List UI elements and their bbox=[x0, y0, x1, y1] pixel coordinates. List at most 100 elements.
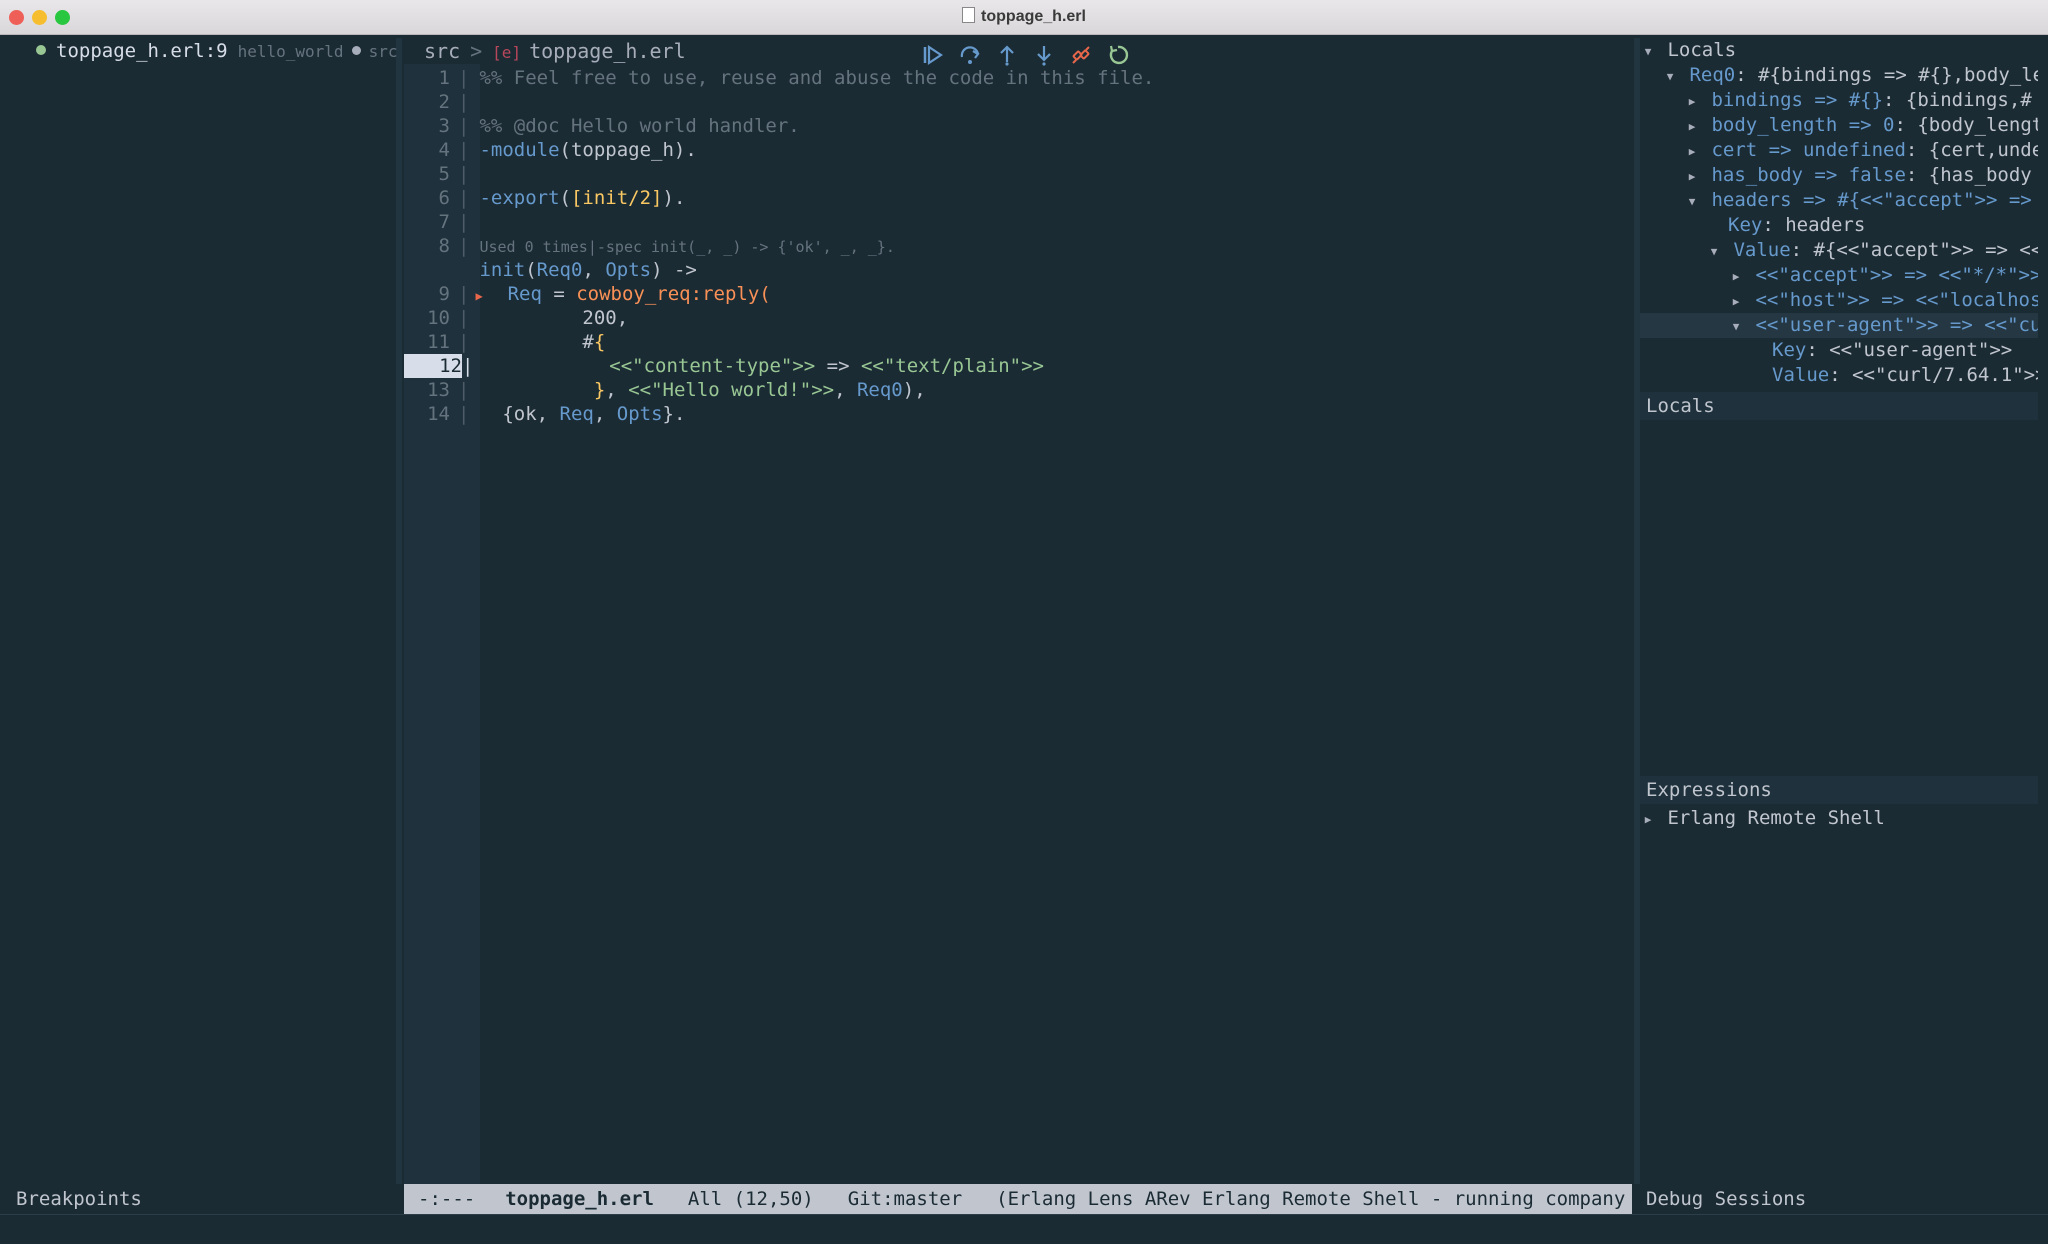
triangle-down-icon: ▼ bbox=[1666, 70, 1674, 83]
locals-section-header[interactable]: Locals bbox=[1640, 392, 2038, 420]
tree-key: Value bbox=[1772, 364, 1830, 386]
code-line[interactable]: 11 | #{ bbox=[404, 330, 605, 354]
code-text: = bbox=[541, 283, 577, 305]
code-line[interactable]: 4 | -module(toppage_h). bbox=[404, 138, 697, 162]
code-line[interactable]: 13 | }, <<"Hello world!">>, Req0), bbox=[404, 378, 926, 402]
tree-key: headers => #{<<"accept">> => bbox=[1711, 189, 2032, 211]
tree-key: <<"accept">> => <<"*/*">> bbox=[1755, 264, 2038, 286]
mode-line: -:--- toppage_h.erl All (12,50) Git:master (… bbox=[404, 1184, 1632, 1214]
code-text: ), bbox=[902, 379, 926, 401]
line-number: 11 bbox=[427, 331, 450, 353]
tree-key: Value bbox=[1733, 239, 1791, 261]
code-text: {ok, bbox=[502, 403, 560, 425]
code-string: <<"text/plain">> bbox=[860, 355, 1044, 377]
tree-node[interactable]: ▶ body_length => 0: {body_lengt→ bbox=[1640, 113, 2038, 138]
tree-key: <<"host">> => <<"localhos bbox=[1755, 289, 2038, 311]
modified-dot-icon bbox=[36, 45, 46, 55]
triangle-down-icon: ▼ bbox=[1710, 245, 1718, 258]
tree-value: : #{bindings => #{},body_le bbox=[1735, 64, 2038, 86]
code-line[interactable]: 2 | bbox=[404, 90, 479, 114]
breakpoints-panel-label[interactable]: Breakpoints bbox=[12, 1184, 400, 1214]
step-over-icon bbox=[960, 46, 980, 64]
tree-node[interactable]: Key: <<"user-agent">> bbox=[1640, 338, 2038, 363]
line-number: 14 bbox=[427, 403, 450, 425]
code-line[interactable]: 7 | bbox=[404, 210, 479, 234]
tree-node[interactable]: ▶ bindings => #{}: {bindings,#→ bbox=[1640, 88, 2038, 113]
tree-key: Key bbox=[1728, 214, 1763, 236]
tree-value: : {cert,unde bbox=[1905, 139, 2038, 161]
code-text: [init/2] bbox=[570, 187, 663, 209]
line-number: 6 bbox=[438, 187, 450, 209]
debug-sessions-panel-label[interactable]: Debug Sessions bbox=[1640, 1184, 2044, 1214]
erlang-file-icon: [e] bbox=[492, 43, 522, 62]
tree-node[interactable]: ▼ Req0: #{bindings => #{},body_le→ bbox=[1640, 63, 2038, 88]
tree-node[interactable]: ▶ has_body => false: {has_body→ bbox=[1640, 163, 2038, 188]
breadcrumb-src[interactable]: src bbox=[424, 39, 460, 63]
code-line[interactable]: 1 |%% Feel free to use, reuse and abuse t… bbox=[404, 66, 1155, 90]
tree-node-selected[interactable]: ▼ <<"user-agent">> => <<"cu→ bbox=[1640, 313, 2038, 338]
tree-key: <<"user-agent">> => <<"cu bbox=[1755, 314, 2038, 336]
code-text: , bbox=[605, 379, 629, 401]
code-text: { bbox=[593, 331, 606, 353]
tree-node[interactable]: Key: headers bbox=[1640, 213, 2038, 238]
echo-area bbox=[0, 1214, 2048, 1244]
header-line: toppage_h.erl:9 hello_world src bbox=[12, 38, 397, 64]
triangle-right-icon: ▶ bbox=[1688, 95, 1696, 108]
code-line[interactable]: 5 | bbox=[404, 162, 479, 186]
expression-label: Erlang Remote Shell bbox=[1667, 807, 1885, 829]
line-number: 9 bbox=[438, 283, 450, 305]
tree-node[interactable]: ▶ <<"accept">> => <<"*/*">>:→ bbox=[1640, 263, 2038, 288]
code-function: cowboy_req:reply( bbox=[576, 283, 771, 305]
triangle-right-icon: ▶ bbox=[1688, 145, 1696, 158]
tree-key: cert => undefined bbox=[1711, 139, 1906, 161]
locals-tree-header[interactable]: ▼ Locals bbox=[1640, 38, 2038, 63]
line-number: 3 bbox=[438, 115, 450, 137]
code-line[interactable]: |init(Req0, Opts) -> bbox=[404, 258, 697, 282]
code-keyword: -export bbox=[479, 187, 560, 209]
tree-node[interactable]: Value: <<"curl/7.64.1">>→ bbox=[1640, 363, 2038, 388]
minor-modes[interactable]: (Erlang Lens ARev Erlang Remote Shell - … bbox=[996, 1188, 1632, 1210]
tree-value: : headers bbox=[1762, 214, 1866, 236]
code-line[interactable]: 14 | {ok, Req, Opts}. bbox=[404, 402, 685, 426]
document-icon bbox=[962, 7, 976, 23]
header-src[interactable]: src bbox=[369, 42, 398, 61]
code-variable: Req bbox=[507, 283, 542, 305]
disconnect-icon bbox=[1072, 46, 1090, 64]
buffer-name[interactable]: toppage_h.erl bbox=[505, 1188, 654, 1210]
code-text: , bbox=[582, 259, 606, 281]
separator-dot-icon bbox=[351, 46, 361, 55]
tree-node[interactable]: ▼ Value: #{<<"accept">> => <<→ bbox=[1640, 238, 2038, 263]
restart-icon bbox=[1109, 45, 1129, 65]
code-text: ) -> bbox=[651, 259, 697, 281]
tree-node[interactable]: ▼ headers => #{<<"accept">> =>→ bbox=[1640, 188, 2038, 213]
line-number: 8 bbox=[438, 235, 450, 257]
expression-item[interactable]: ▶ Erlang Remote Shell bbox=[1640, 805, 2038, 831]
git-branch[interactable]: Git:master bbox=[848, 1188, 962, 1210]
step-in-icon bbox=[1037, 46, 1051, 66]
line-number: 10 bbox=[427, 307, 450, 329]
tree-node[interactable]: ▶ cert => undefined: {cert,unde→ bbox=[1640, 138, 2038, 163]
left-panel bbox=[12, 38, 402, 1184]
triangle-right-icon: ▶ bbox=[1644, 813, 1652, 826]
code-text: 200, bbox=[582, 307, 629, 329]
locals-tree: ▼ Locals ▼ Req0: #{bindings => #{},body_… bbox=[1640, 38, 2038, 396]
tree-node[interactable]: ▶ <<"host">> => <<"localhos→ bbox=[1640, 288, 2038, 313]
header-file[interactable]: toppage_h.erl:9 bbox=[56, 40, 228, 62]
triangle-right-icon: ▶ bbox=[1732, 295, 1740, 308]
buffer-state: -:--- bbox=[418, 1188, 476, 1210]
code-lens[interactable]: Used 0 times|-spec init(_, _) -> {'ok', … bbox=[479, 238, 894, 256]
code-line[interactable]: 3 |%% @doc Hello world handler. bbox=[404, 114, 800, 138]
code-line[interactable]: 10 | 200, bbox=[404, 306, 628, 330]
breadcrumb-file[interactable]: toppage_h.erl bbox=[529, 39, 686, 63]
line-number: 13 bbox=[427, 379, 450, 401]
code-line-current[interactable]: 12| <<"content-type">> => <<"text/plain"… bbox=[404, 354, 1044, 378]
expressions-section-header[interactable]: Expressions bbox=[1640, 776, 2038, 804]
line-number: 7 bbox=[438, 211, 450, 233]
tree-key: bindings => #{} bbox=[1711, 89, 1884, 111]
cursor-position: All (12,50) bbox=[687, 1188, 814, 1210]
code-line[interactable]: 6 | -export([init/2]). bbox=[404, 186, 686, 210]
code-text: => bbox=[815, 355, 861, 377]
header-project[interactable]: hello_world bbox=[238, 42, 344, 61]
code-line[interactable]: 8 | Used 0 times|-spec init(_, _) -> {'ok'… bbox=[404, 234, 895, 258]
code-line[interactable]: 9 | ▶ Req = cowboy_req:reply( bbox=[404, 282, 771, 306]
